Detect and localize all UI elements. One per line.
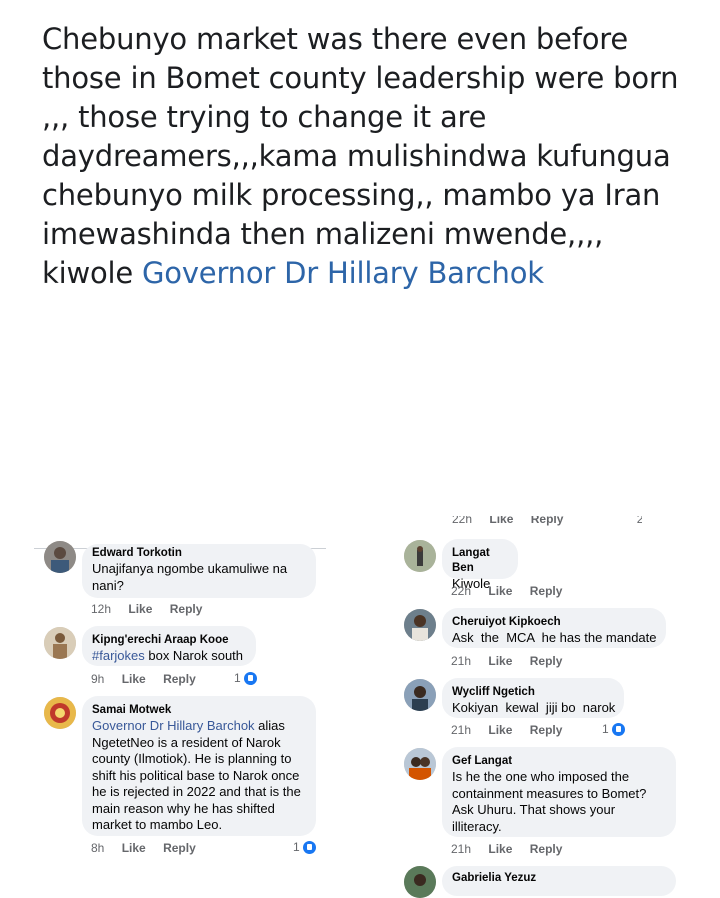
comment-time: 22h — [452, 516, 473, 526]
comment-actions: 22h Like Reply — [451, 584, 576, 598]
avatar[interactable] — [404, 748, 436, 780]
comment-author[interactable]: Gabrielia Yezuz — [452, 871, 666, 886]
like-button[interactable]: Like — [488, 842, 512, 856]
comment-bubble: Gabrielia Yezuz — [442, 866, 676, 896]
comment-actions: 8h Like Reply — [91, 841, 210, 855]
comment-bubble: Cheruiyot Kipkoech Ask the MCA he has th… — [442, 608, 666, 648]
comment-actions: 21h Like Reply — [451, 654, 576, 668]
comment-time: 12h — [91, 602, 112, 616]
reply-button[interactable]: Reply — [531, 516, 564, 526]
clipped-actions: 22h Like Reply 2 — [452, 516, 642, 526]
reply-button[interactable]: Reply — [530, 654, 563, 668]
mention-link[interactable]: Governor Dr Hillary Barchok — [92, 718, 255, 733]
comment-text: box Narok south — [144, 648, 244, 663]
comment-bubble: Gef Langat Is he the one who imposed the… — [442, 747, 676, 837]
avatar[interactable] — [44, 697, 76, 729]
comment-actions: 21h Like Reply — [451, 842, 576, 856]
reaction-count[interactable]: 1 — [234, 671, 257, 685]
reply-button[interactable]: Reply — [530, 584, 563, 598]
post-tag-link[interactable]: Governor Dr Hillary Barchok — [142, 256, 544, 290]
like-button[interactable]: Like — [122, 841, 146, 855]
comment-actions: 9h Like Reply — [91, 672, 210, 686]
reply-button[interactable]: Reply — [163, 672, 196, 686]
thumbs-up-icon — [611, 722, 625, 736]
comment-time: 21h — [451, 654, 472, 668]
avatar[interactable] — [404, 866, 436, 898]
comment-bubble: Wycliff Ngetich Kokiyan kewal jiji bo na… — [442, 678, 624, 718]
comment-time: 22h — [451, 584, 472, 598]
comment-author[interactable]: Kipng'erechi Araap Kooe — [92, 633, 246, 648]
reaction-count[interactable]: 1 — [293, 840, 316, 854]
comment-bubble: Edward Torkotin Unajifanya ngombe ukamul… — [82, 544, 316, 598]
post-text: Chebunyo market was there even before th… — [42, 20, 692, 293]
thumbs-up-icon — [302, 840, 316, 854]
like-button[interactable]: Like — [489, 516, 513, 526]
comment-bubble: Samai Motwek Governor Dr Hillary Barchok… — [82, 696, 316, 836]
comment-author[interactable]: Wycliff Ngetich — [452, 685, 614, 700]
avatar[interactable] — [404, 609, 436, 641]
post-body: Chebunyo market was there even before th… — [42, 22, 679, 290]
like-button[interactable]: Like — [122, 672, 146, 686]
comment-actions: 12h Like Reply — [91, 602, 216, 616]
reply-button[interactable]: Reply — [530, 842, 563, 856]
comment-author[interactable]: Langat Ben — [452, 546, 508, 576]
comment-actions: 21h Like Reply — [451, 723, 576, 737]
reaction-number: 1 — [234, 671, 241, 685]
comment-text: alias NgetetNeo is a resident of Narok c… — [92, 718, 301, 832]
hashtag-link[interactable]: #farjokes — [92, 648, 145, 663]
comment-text: Is he the one who imposed the containmen… — [452, 769, 647, 834]
thumbs-up-icon — [243, 671, 257, 685]
reply-button[interactable]: Reply — [530, 723, 563, 737]
comment-bubble: Langat Ben Kiwole — [442, 539, 518, 591]
comment-author[interactable]: Samai Motwek — [92, 703, 306, 718]
reaction-number: 1 — [602, 722, 609, 736]
like-button[interactable]: Like — [488, 584, 512, 598]
comment-author[interactable]: Edward Torkotin — [92, 546, 306, 561]
like-button[interactable]: Like — [488, 723, 512, 737]
avatar[interactable] — [404, 540, 436, 572]
comment-bubble: Kipng'erechi Araap Kooe #farjokes box Na… — [82, 626, 256, 666]
comment-text: Unajifanya ngombe ukamuliwe na nani? — [92, 561, 288, 593]
comment-author[interactable]: Cheruiyot Kipkoech — [452, 615, 656, 630]
comment-text: Ask the MCA he has the mandate — [452, 630, 657, 645]
like-button[interactable]: Like — [128, 602, 152, 616]
reply-button[interactable]: Reply — [163, 841, 196, 855]
comment-time: 8h — [91, 841, 105, 855]
avatar[interactable] — [404, 679, 436, 711]
reply-button[interactable]: Reply — [170, 602, 203, 616]
comment-author[interactable]: Gef Langat — [452, 754, 666, 769]
reaction-count[interactable]: 1 — [602, 722, 625, 736]
reaction-number: 1 — [293, 840, 300, 854]
like-button[interactable]: Like — [488, 654, 512, 668]
comment-time: 21h — [451, 723, 472, 737]
comment-time: 9h — [91, 672, 105, 686]
avatar[interactable] — [44, 627, 76, 659]
reaction-number: 2 — [636, 516, 642, 526]
avatar[interactable] — [44, 541, 76, 573]
comment-text: Kokiyan kewal jiji bo narok — [452, 700, 616, 715]
comment-time: 21h — [451, 842, 472, 856]
